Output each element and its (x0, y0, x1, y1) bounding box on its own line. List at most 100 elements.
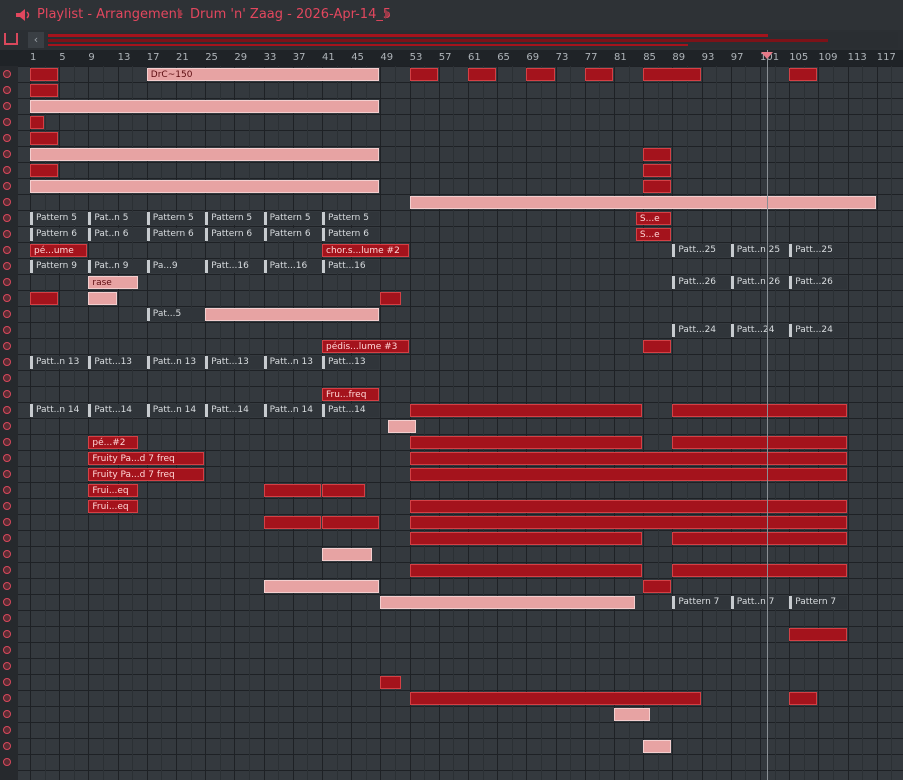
track-mute-button[interactable] (3, 310, 11, 318)
track-mute-button[interactable] (3, 646, 11, 654)
audio-clip[interactable] (672, 404, 847, 417)
arrangement-grid[interactable]: DrC~150 Pattern 5 Pat..n 5 Pattern 5 Pattern… (18, 66, 903, 780)
audio-clip[interactable] (30, 100, 380, 113)
audio-clip[interactable] (409, 404, 643, 417)
track-mute-button[interactable] (3, 358, 11, 366)
audio-clip[interactable] (672, 564, 847, 577)
audio-clip[interactable] (88, 292, 117, 305)
pattern-clip[interactable]: Pat..n 9 (88, 260, 146, 273)
pattern-clip[interactable]: Pattern 5 (263, 212, 321, 225)
track-mute-button[interactable] (3, 390, 11, 398)
audio-clip[interactable] (409, 532, 643, 545)
pattern-clip[interactable]: Pattern 5 (322, 212, 380, 225)
pattern-clip[interactable]: Patt..n 25 (730, 244, 789, 257)
audio-clip[interactable] (380, 596, 635, 609)
pattern-clip[interactable]: Patt..n 14 (146, 404, 205, 417)
audio-clip[interactable]: pédis...lume #3 (322, 340, 409, 353)
pattern-clip[interactable]: Pattern 7 (789, 596, 847, 609)
track-mute-button[interactable] (3, 502, 11, 510)
audio-clip[interactable] (643, 164, 672, 177)
speaker-icon[interactable] (15, 8, 33, 22)
track-mute-button[interactable] (3, 454, 11, 462)
pattern-clip[interactable]: Patt..n 13 (146, 356, 205, 369)
pattern-clip[interactable]: Pat...5 (146, 308, 205, 321)
track-mute-button[interactable] (3, 102, 11, 110)
overview-strip[interactable]: ‹ (0, 30, 903, 50)
audio-clip[interactable] (409, 468, 847, 481)
audio-clip[interactable] (789, 628, 847, 641)
playhead-marker-icon[interactable] (761, 52, 774, 59)
track-mute-button[interactable] (3, 710, 11, 718)
pattern-clip[interactable]: Patt...26 (789, 276, 847, 289)
audio-clip[interactable] (30, 132, 59, 145)
pattern-clip[interactable]: Patt...14 (88, 404, 146, 417)
pattern-clip[interactable]: Pattern 6 (146, 228, 205, 241)
audio-clip[interactable] (409, 692, 701, 705)
track-mute-button[interactable] (3, 374, 11, 382)
track-mute-button[interactable] (3, 278, 11, 286)
track-mute-button[interactable] (3, 630, 11, 638)
audio-clip[interactable]: Fruity Pa...d 7 freq (88, 468, 205, 481)
track-mute-button[interactable] (3, 406, 11, 414)
pattern-clip[interactable]: Pattern 6 (322, 228, 380, 241)
track-mute-button[interactable] (3, 470, 11, 478)
pattern-clip[interactable]: Patt...25 (672, 244, 730, 257)
audio-clip[interactable]: Frui...eq (88, 500, 139, 513)
audio-clip[interactable]: S...e (635, 212, 672, 225)
track-mute-button[interactable] (3, 230, 11, 238)
song-overview[interactable] (48, 32, 898, 48)
pattern-clip[interactable]: Pattern 6 (263, 228, 321, 241)
audio-clip[interactable] (263, 580, 380, 593)
audio-clip[interactable] (30, 180, 380, 193)
track-mute-button[interactable] (3, 246, 11, 254)
track-mute-button[interactable] (3, 726, 11, 734)
audio-clip[interactable] (322, 484, 365, 497)
audio-clip[interactable]: DrC~150 (146, 68, 380, 81)
audio-clip[interactable] (789, 692, 818, 705)
audio-clip[interactable] (409, 196, 876, 209)
pattern-clip[interactable]: Pattern 5 (205, 212, 263, 225)
track-mute-button[interactable] (3, 166, 11, 174)
track-mute-button[interactable] (3, 214, 11, 222)
pattern-clip[interactable]: Patt...25 (789, 244, 847, 257)
pattern-clip[interactable]: Patt...13 (205, 356, 263, 369)
pattern-clip[interactable]: Patt...14 (205, 404, 263, 417)
audio-clip[interactable] (672, 532, 847, 545)
audio-clip[interactable] (387, 420, 416, 433)
pattern-clip[interactable]: Patt...16 (322, 260, 380, 273)
audio-clip[interactable] (30, 116, 44, 129)
track-mute-button[interactable] (3, 198, 11, 206)
audio-clip[interactable] (614, 708, 650, 721)
audio-clip[interactable] (30, 292, 59, 305)
audio-clip[interactable]: Fru...freq (322, 388, 380, 401)
pattern-clip[interactable]: Patt...14 (322, 404, 380, 417)
audio-clip[interactable]: S...e (635, 228, 672, 241)
track-mute-button[interactable] (3, 294, 11, 302)
track-mute-button[interactable] (3, 342, 11, 350)
audio-clip[interactable] (322, 548, 373, 561)
pattern-clip[interactable]: Patt...16 (205, 260, 263, 273)
track-mute-button[interactable] (3, 326, 11, 334)
track-mute-button[interactable] (3, 662, 11, 670)
audio-clip[interactable]: Frui...eq (88, 484, 139, 497)
audio-clip[interactable] (30, 148, 380, 161)
track-mute-button[interactable] (3, 438, 11, 446)
pattern-clip[interactable]: Pa...9 (146, 260, 205, 273)
track-mute-button[interactable] (3, 262, 11, 270)
audio-clip[interactable] (30, 164, 59, 177)
audio-clip[interactable] (409, 500, 847, 513)
audio-clip[interactable] (643, 68, 701, 81)
audio-clip[interactable] (789, 68, 818, 81)
pattern-title[interactable]: Drum 'n' Zaag - 2026-Apr-14_5 (190, 7, 391, 22)
track-mute-button[interactable] (3, 86, 11, 94)
pattern-clip[interactable]: Pattern 6 (205, 228, 263, 241)
track-mute-button[interactable] (3, 742, 11, 750)
audio-clip[interactable] (205, 308, 380, 321)
scroll-left-button[interactable]: ‹ (28, 32, 44, 48)
pattern-clip[interactable]: Patt..n 14 (263, 404, 321, 417)
pattern-clip[interactable]: Patt...24 (730, 324, 789, 337)
audio-clip[interactable] (643, 340, 672, 353)
track-mute-button[interactable] (3, 598, 11, 606)
pattern-clip[interactable]: Patt...24 (789, 324, 847, 337)
pattern-clip[interactable]: Patt...13 (322, 356, 380, 369)
